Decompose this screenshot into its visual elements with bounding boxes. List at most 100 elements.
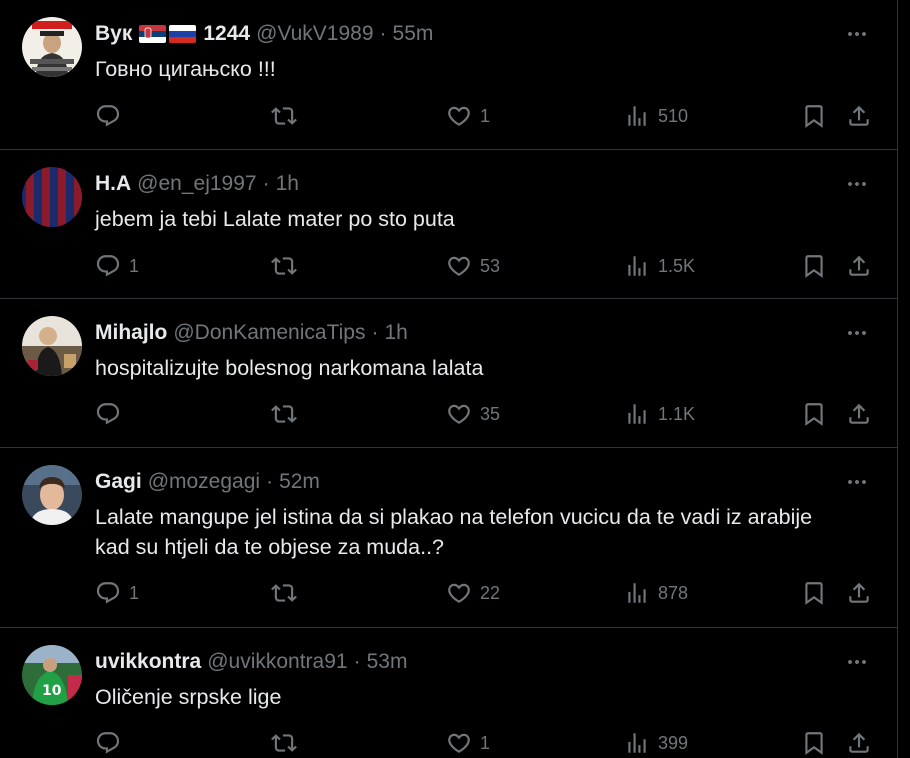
avatar[interactable] bbox=[22, 465, 82, 525]
timestamp[interactable]: 55m bbox=[393, 22, 434, 46]
views-icon bbox=[624, 580, 650, 606]
retweet-icon bbox=[271, 730, 297, 756]
like-button[interactable]: 53 bbox=[446, 251, 500, 281]
avatar[interactable]: 10 bbox=[22, 645, 82, 705]
reply-count: 1 bbox=[129, 582, 140, 603]
tweet-header: uvikkontra @uvikkontra91 · 53m bbox=[95, 648, 407, 676]
avatar[interactable] bbox=[22, 316, 82, 376]
share-button[interactable] bbox=[846, 728, 872, 758]
share-button[interactable] bbox=[846, 251, 872, 281]
like-button[interactable]: 1 bbox=[446, 101, 490, 131]
tweet-text-line: kad su htjeli da te objese za muda..? bbox=[95, 535, 444, 559]
user-handle[interactable]: @uvikkontra91 bbox=[207, 650, 347, 674]
user-handle[interactable]: @DonKamenicaTips bbox=[173, 321, 365, 345]
reply-button[interactable] bbox=[95, 399, 129, 429]
reply-icon bbox=[95, 253, 121, 279]
tweet-text: hospitalizujte bolesnog narkomana lalata bbox=[95, 356, 484, 380]
bookmark-icon bbox=[801, 730, 827, 756]
separator-dot: · bbox=[353, 650, 361, 673]
bookmark-icon bbox=[801, 580, 827, 606]
action-bar: 1 399 bbox=[95, 728, 873, 758]
retweet-icon bbox=[271, 401, 297, 427]
retweet-button[interactable] bbox=[271, 399, 305, 429]
reply-icon bbox=[95, 730, 121, 756]
views-icon bbox=[624, 730, 650, 756]
share-icon bbox=[846, 253, 872, 279]
like-button[interactable]: 22 bbox=[446, 578, 500, 608]
views-button[interactable]: 1.1K bbox=[624, 399, 695, 429]
timestamp[interactable]: 1h bbox=[384, 321, 407, 345]
reply-button[interactable]: 1 bbox=[95, 578, 139, 608]
reply-button[interactable] bbox=[95, 101, 129, 131]
action-bar: 1 22 878 bbox=[95, 578, 873, 608]
tweet-1[interactable]: Вук 1244 @VukV1989 · 55m Говно цигањско … bbox=[0, 0, 897, 150]
share-button[interactable] bbox=[846, 399, 872, 429]
views-icon bbox=[624, 103, 650, 129]
tweet-4[interactable]: Gagi @mozegagi · 52m Lalate mangupe jel … bbox=[0, 448, 897, 628]
bookmark-icon bbox=[801, 103, 827, 129]
view-count: 399 bbox=[658, 732, 689, 753]
tweet-header: H.A @en_ej1997 · 1h bbox=[95, 170, 299, 198]
views-button[interactable]: 510 bbox=[624, 101, 688, 131]
tweet-header: Gagi @mozegagi · 52m bbox=[95, 468, 320, 496]
views-button[interactable]: 399 bbox=[624, 728, 688, 758]
retweet-button[interactable] bbox=[271, 101, 305, 131]
retweet-button[interactable] bbox=[271, 578, 305, 608]
timestamp[interactable]: 52m bbox=[279, 470, 320, 494]
share-button[interactable] bbox=[846, 101, 872, 131]
tweet-header: Mihajlo @DonKamenicaTips · 1h bbox=[95, 319, 408, 347]
separator-dot: · bbox=[379, 22, 387, 45]
retweet-button[interactable] bbox=[271, 251, 305, 281]
bookmark-button[interactable] bbox=[801, 728, 827, 758]
user-handle[interactable]: @VukV1989 bbox=[256, 22, 373, 46]
display-name[interactable]: Gagi bbox=[95, 470, 142, 494]
more-icon[interactable] bbox=[845, 650, 869, 674]
like-icon bbox=[446, 103, 472, 129]
share-button[interactable] bbox=[846, 578, 872, 608]
retweet-icon bbox=[271, 580, 297, 606]
share-icon bbox=[846, 580, 872, 606]
timestamp[interactable]: 53m bbox=[367, 650, 408, 674]
reply-button[interactable]: 1 bbox=[95, 251, 139, 281]
tweet-3[interactable]: Mihajlo @DonKamenicaTips · 1h hospitaliz… bbox=[0, 299, 897, 448]
like-button[interactable]: 35 bbox=[446, 399, 500, 429]
russia-flag-icon bbox=[169, 25, 197, 43]
svg-text:10: 10 bbox=[42, 683, 62, 699]
user-handle[interactable]: @mozegagi bbox=[148, 470, 260, 494]
bookmark-button[interactable] bbox=[801, 251, 827, 281]
bookmark-button[interactable] bbox=[801, 399, 827, 429]
separator-dot: · bbox=[262, 172, 270, 195]
more-icon[interactable] bbox=[845, 321, 869, 345]
retweet-button[interactable] bbox=[271, 728, 305, 758]
avatar[interactable] bbox=[22, 17, 82, 77]
display-name[interactable]: Вук bbox=[95, 22, 132, 46]
views-icon bbox=[624, 401, 650, 427]
bookmark-button[interactable] bbox=[801, 101, 827, 131]
like-count: 22 bbox=[480, 582, 501, 603]
display-name[interactable]: H.A bbox=[95, 172, 131, 196]
tweet-5[interactable]: 10 uvikkontra @uvikkontra91 · 53m Oličen… bbox=[0, 628, 897, 758]
avatar[interactable] bbox=[22, 167, 82, 227]
views-button[interactable]: 1.5K bbox=[624, 251, 695, 281]
more-icon[interactable] bbox=[845, 172, 869, 196]
view-count: 1.5K bbox=[658, 255, 696, 276]
views-button[interactable]: 878 bbox=[624, 578, 688, 608]
display-name[interactable]: Mihajlo bbox=[95, 321, 167, 345]
tweet-2[interactable]: H.A @en_ej1997 · 1h jebem ja tebi Lalate… bbox=[0, 150, 897, 299]
reply-button[interactable] bbox=[95, 728, 129, 758]
separator-dot: · bbox=[266, 470, 274, 493]
view-count: 510 bbox=[658, 105, 689, 126]
more-icon[interactable] bbox=[845, 470, 869, 494]
action-bar: 35 1.1K bbox=[95, 399, 873, 429]
more-icon[interactable] bbox=[845, 22, 869, 46]
like-count: 1 bbox=[480, 732, 491, 753]
bookmark-icon bbox=[801, 401, 827, 427]
like-count: 53 bbox=[480, 255, 501, 276]
timestamp[interactable]: 1h bbox=[276, 172, 299, 196]
flag-emojis bbox=[139, 25, 197, 43]
bookmark-button[interactable] bbox=[801, 578, 827, 608]
user-handle[interactable]: @en_ej1997 bbox=[137, 172, 256, 196]
like-button[interactable]: 1 bbox=[446, 728, 490, 758]
display-name[interactable]: uvikkontra bbox=[95, 650, 201, 674]
tweet-text: Говно цигањско !!! bbox=[95, 57, 276, 81]
